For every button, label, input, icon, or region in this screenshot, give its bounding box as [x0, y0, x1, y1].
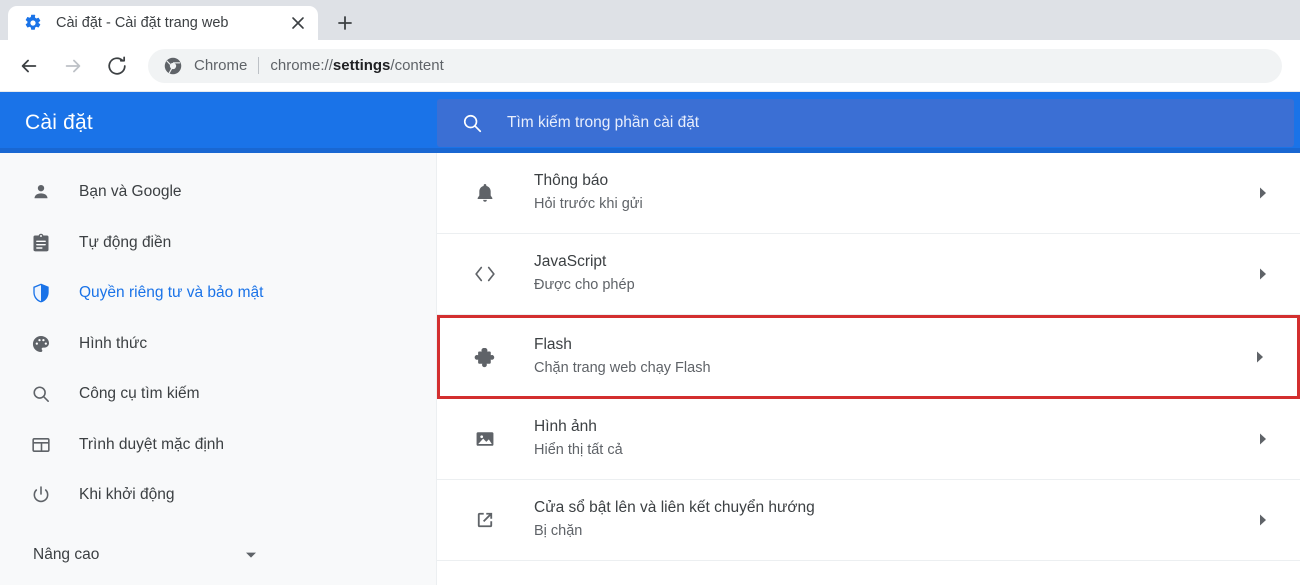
- setting-row-images[interactable]: Hình ảnh Hiển thị tất cả: [437, 399, 1300, 480]
- tab-title: Cài đặt - Cài đặt trang web: [56, 15, 229, 31]
- puzzle-piece-icon: [473, 345, 497, 369]
- gear-icon: [24, 14, 42, 32]
- external-link-icon: [473, 508, 497, 532]
- setting-row-title: JavaScript: [534, 253, 607, 271]
- power-icon: [30, 484, 52, 506]
- chevron-right-icon[interactable]: [1254, 184, 1272, 202]
- search-placeholder: Tìm kiếm trong phần cài đặt: [507, 113, 700, 131]
- setting-row-title: Flash: [534, 336, 572, 354]
- sidebar-item-default-browser[interactable]: Trình duyệt mặc định: [0, 420, 436, 471]
- search-icon: [30, 383, 52, 405]
- sidebar-item-label: Tự động điền: [79, 233, 172, 251]
- bell-icon: [473, 181, 497, 205]
- new-tab-button[interactable]: [328, 6, 362, 40]
- browser-window-icon: [30, 434, 52, 456]
- omnibox-url-bold: settings: [332, 57, 391, 74]
- omnibox-url-suffix: /content: [390, 57, 444, 74]
- content-settings-list: Thông báo Hỏi trước khi gửi JavaScript Đ…: [437, 153, 1300, 585]
- sidebar-item-label: Bạn và Google: [79, 183, 182, 201]
- omnibox-scheme-label: Chrome: [194, 57, 248, 74]
- reload-icon[interactable]: [100, 49, 134, 83]
- settings-sidebar: Bạn và Google Tự động điền Quyền riêng t…: [0, 153, 437, 585]
- chevron-right-icon[interactable]: [1254, 430, 1272, 448]
- chrome-logo-icon: [164, 57, 182, 75]
- sidebar-item-privacy-and-security[interactable]: Quyền riêng tư và bảo mật: [0, 268, 436, 319]
- close-icon[interactable]: [286, 11, 310, 35]
- setting-row-subtitle: Chặn trang web chạy Flash: [534, 360, 711, 377]
- setting-row-text: Thông báo Hỏi trước khi gửi: [534, 169, 1254, 216]
- setting-row-javascript[interactable]: JavaScript Được cho phép: [437, 234, 1300, 315]
- chevron-down-icon: [244, 548, 258, 562]
- sidebar-item-search-engine[interactable]: Công cụ tìm kiếm: [0, 369, 436, 420]
- setting-row-subtitle: Hiển thị tất cả: [534, 442, 623, 459]
- setting-row-text: JavaScript Được cho phép: [534, 250, 1254, 297]
- search-icon: [461, 112, 483, 134]
- image-icon: [473, 427, 497, 451]
- sidebar-item-label: Quyền riêng tư và bảo mật: [79, 284, 264, 302]
- settings-body: Bạn và Google Tự động điền Quyền riêng t…: [0, 153, 1300, 585]
- setting-row-text: Hình ảnh Hiển thị tất cả: [534, 415, 1254, 462]
- browser-tab-settings[interactable]: Cài đặt - Cài đặt trang web: [8, 6, 318, 40]
- sidebar-item-you-and-google[interactable]: Bạn và Google: [0, 167, 436, 218]
- omnibox-url: chrome://settings/content: [270, 57, 443, 74]
- clipboard-icon: [30, 232, 52, 254]
- browser-toolbar: Chrome chrome://settings/content: [0, 40, 1300, 92]
- back-arrow-icon[interactable]: [12, 49, 46, 83]
- settings-search-input[interactable]: Tìm kiếm trong phần cài đặt: [437, 98, 1294, 147]
- sidebar-item-on-startup[interactable]: Khi khởi động: [0, 470, 436, 521]
- setting-row-popups-and-redirects[interactable]: Cửa sổ bật lên và liên kết chuyển hướng …: [437, 480, 1300, 561]
- chevron-right-icon[interactable]: [1251, 348, 1269, 366]
- setting-row-title: Hình ảnh: [534, 418, 597, 436]
- sidebar-item-label: Trình duyệt mặc định: [79, 435, 225, 453]
- setting-row-subtitle: Được cho phép: [534, 277, 635, 294]
- code-brackets-icon: [473, 262, 497, 286]
- settings-header: Cài đặt Tìm kiếm trong phần cài đặt: [0, 92, 1300, 153]
- sidebar-item-autofill[interactable]: Tự động điền: [0, 218, 436, 269]
- sidebar-item-label: Hình thức: [79, 334, 148, 352]
- setting-row-text: Flash Chặn trang web chạy Flash: [534, 333, 1251, 380]
- person-icon: [30, 181, 52, 203]
- sidebar-item-label: Công cụ tìm kiếm: [79, 385, 200, 403]
- setting-row-title: Thông báo: [534, 172, 609, 190]
- omnibox-url-prefix: chrome://: [270, 57, 333, 74]
- omnibox-separator: [258, 57, 260, 74]
- setting-row-text: Cửa sổ bật lên và liên kết chuyển hướng …: [534, 496, 1254, 543]
- advanced-label: Nâng cao: [33, 546, 100, 563]
- setting-row-title: Cửa sổ bật lên và liên kết chuyển hướng: [534, 499, 815, 517]
- setting-row-subtitle: Hỏi trước khi gửi: [534, 196, 643, 213]
- chevron-right-icon[interactable]: [1254, 265, 1272, 283]
- address-bar[interactable]: Chrome chrome://settings/content: [148, 48, 1282, 83]
- shield-icon: [30, 282, 52, 304]
- tab-strip: Cài đặt - Cài đặt trang web: [0, 0, 1300, 40]
- page-title: Cài đặt: [25, 110, 93, 134]
- setting-row-subtitle: Bị chặn: [534, 523, 583, 540]
- chevron-right-icon[interactable]: [1254, 511, 1272, 529]
- setting-row-notifications[interactable]: Thông báo Hỏi trước khi gửi: [437, 153, 1300, 234]
- setting-row-flash[interactable]: Flash Chặn trang web chạy Flash: [437, 315, 1300, 399]
- sidebar-item-appearance[interactable]: Hình thức: [0, 319, 436, 370]
- chrome-browser-window: Cài đặt - Cài đặt trang web Chrome chrom…: [0, 0, 1300, 585]
- forward-arrow-icon: [56, 49, 90, 83]
- sidebar-item-label: Khi khởi động: [79, 486, 175, 504]
- palette-icon: [30, 333, 52, 355]
- sidebar-item-advanced[interactable]: Nâng cao: [0, 533, 436, 577]
